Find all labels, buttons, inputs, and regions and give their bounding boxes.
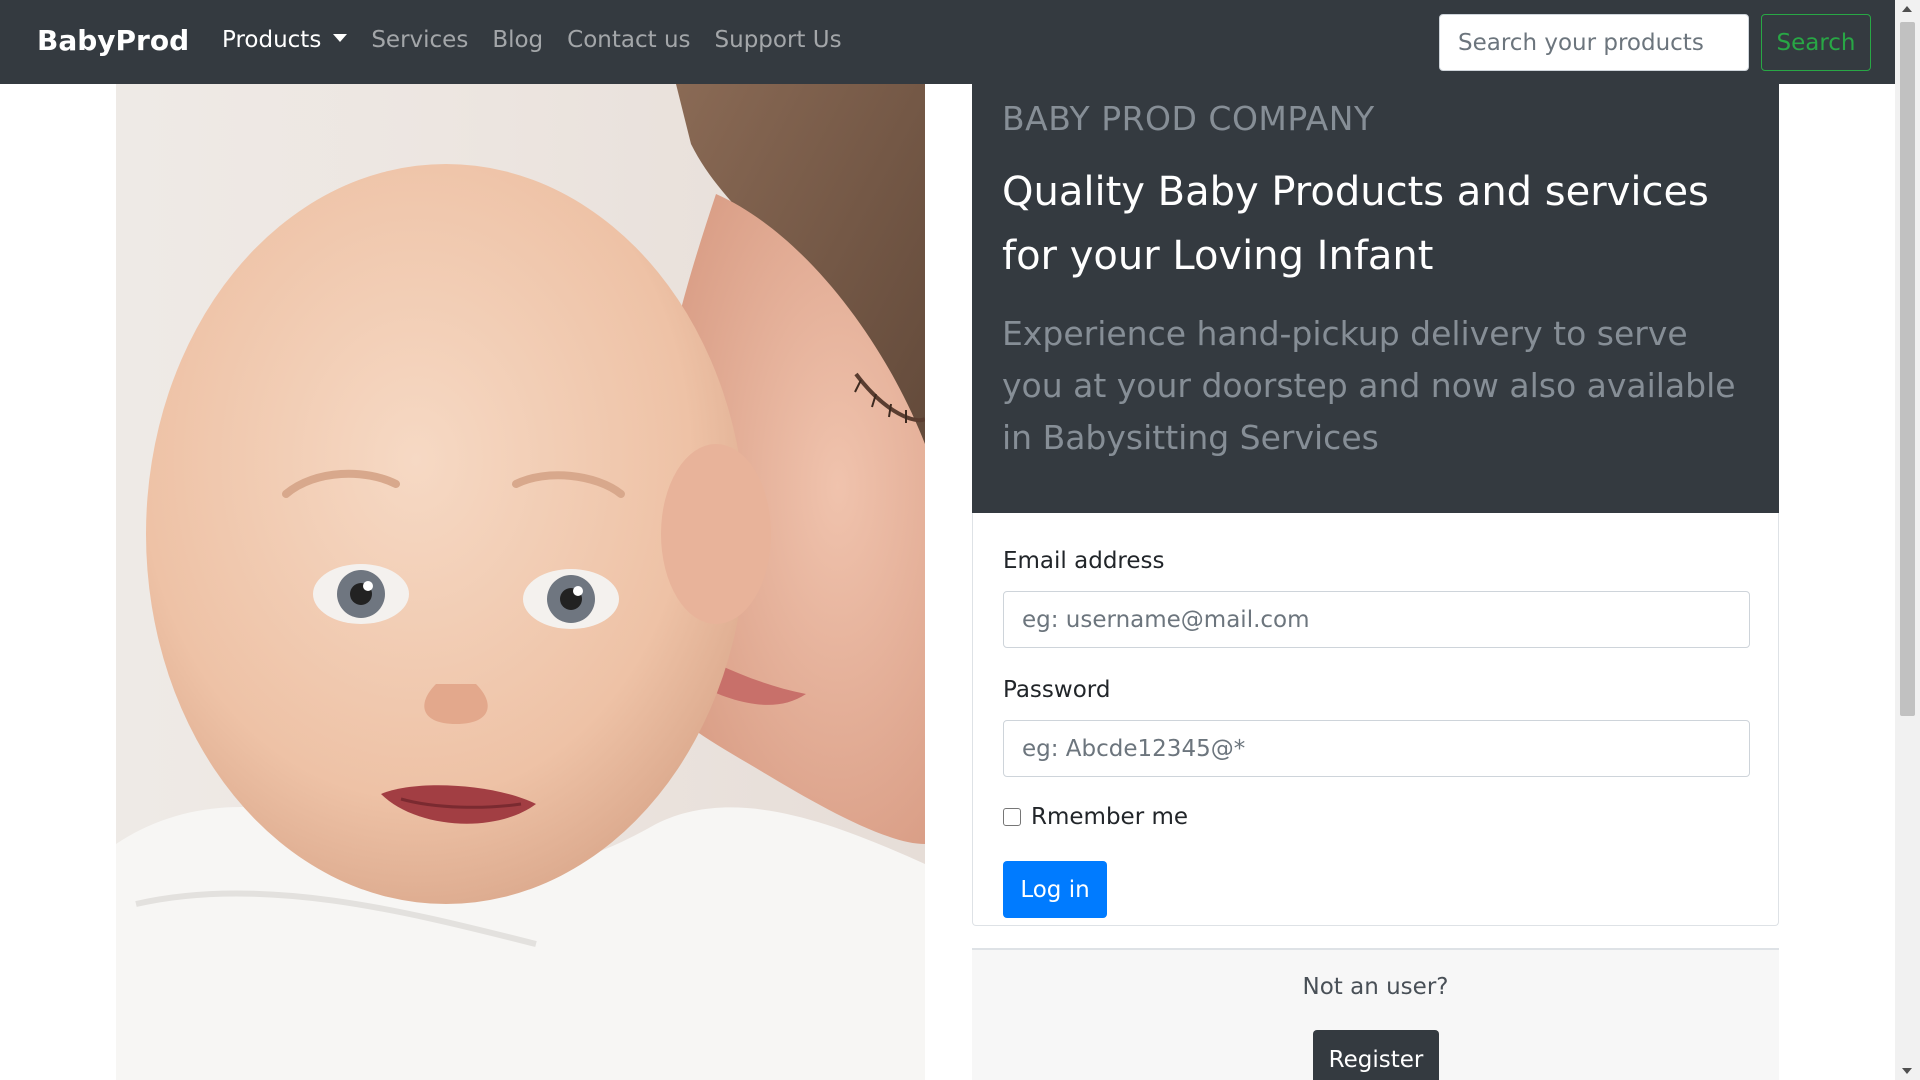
- nav-blog[interactable]: Blog: [492, 27, 543, 53]
- nav-contact[interactable]: Contact us: [567, 27, 690, 53]
- nav-products-label: Products: [222, 27, 322, 53]
- search-input[interactable]: [1439, 14, 1749, 71]
- register-section: Not an user? Register: [972, 948, 1779, 1080]
- register-button[interactable]: Register: [1313, 1030, 1439, 1080]
- company-name: BABY PROD COMPANY: [1002, 99, 1375, 138]
- remember-me-row: Rmember me: [1003, 804, 1188, 830]
- page-scrollbar[interactable]: [1895, 0, 1920, 1080]
- brand-logo[interactable]: BabyProd: [37, 24, 189, 57]
- hero-jumbotron: BABY PROD COMPANY Quality Baby Products …: [972, 84, 1779, 513]
- hero-lead-text: Experience hand-pickup delivery to serve…: [1002, 314, 1736, 457]
- scroll-down-icon[interactable]: [1902, 1068, 1912, 1074]
- nav-services[interactable]: Services: [371, 27, 468, 53]
- login-form: Email address Password Rmember me Log in: [972, 513, 1779, 926]
- baby-with-mother-illustration: [116, 84, 925, 1080]
- search-button[interactable]: Search: [1761, 14, 1871, 71]
- nav-support[interactable]: Support Us: [715, 27, 842, 53]
- remember-me-checkbox[interactable]: [1003, 808, 1021, 826]
- scrollbar-thumb[interactable]: [1900, 22, 1915, 716]
- password-field[interactable]: [1003, 720, 1750, 777]
- password-label: Password: [1003, 677, 1111, 703]
- scroll-up-icon[interactable]: [1902, 6, 1912, 12]
- nav-links: Products Services Blog Contact us Suppor…: [222, 27, 842, 53]
- top-navbar: BabyProd Products Services Blog Contact …: [0, 0, 1895, 84]
- hero-headline: Quality Baby Products and services for y…: [1002, 169, 1709, 279]
- remember-me-label[interactable]: Rmember me: [1031, 804, 1188, 830]
- email-label: Email address: [1003, 548, 1165, 574]
- hero-photo: [116, 84, 925, 1080]
- caret-down-icon: [333, 34, 348, 42]
- nav-products-dropdown[interactable]: Products: [222, 27, 348, 53]
- login-button[interactable]: Log in: [1003, 861, 1107, 918]
- not-user-prompt: Not an user?: [1302, 974, 1449, 1000]
- email-field[interactable]: [1003, 591, 1750, 648]
